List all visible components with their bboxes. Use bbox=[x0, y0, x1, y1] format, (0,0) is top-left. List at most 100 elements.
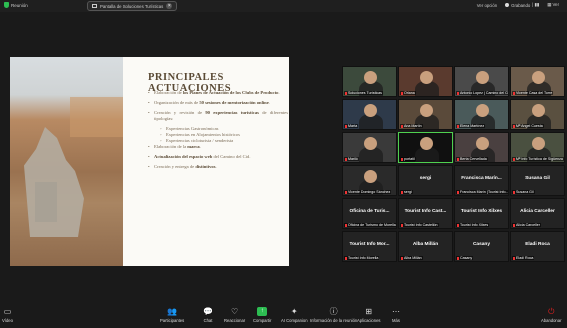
leave-button[interactable]: ⏻ Abandonar bbox=[541, 307, 562, 323]
muted-mic-icon bbox=[513, 91, 515, 95]
participants-button[interactable]: 👥 Participantes bbox=[160, 307, 184, 323]
share-label: Pantalla de Soluciones Turísticas bbox=[100, 3, 164, 9]
meeting-info[interactable]: Reunión bbox=[4, 2, 28, 8]
participant-name-label: Oriana bbox=[400, 91, 416, 95]
participant-tile[interactable]: Tourist Info Cast... Tourist Info Castell… bbox=[398, 198, 453, 229]
participant-name-label: Elena Martínez bbox=[456, 124, 486, 128]
participant-tile[interactable]: Berta Cervellada bbox=[454, 132, 509, 163]
participant-display-name: Francisca Marín... bbox=[461, 176, 502, 181]
participant-name-label: Susana Gil bbox=[512, 190, 535, 194]
meeting-info-button[interactable]: ⓘ Información de la reunión bbox=[310, 307, 357, 323]
participant-display-name: Oficina de Turis... bbox=[349, 209, 390, 214]
muted-mic-icon bbox=[345, 256, 347, 260]
participant-name-label: Tourist Info Xilxes bbox=[456, 223, 490, 227]
participant-name-label: sergi bbox=[400, 190, 413, 194]
participant-tile[interactable]: Casany Casany bbox=[454, 231, 509, 262]
apps-icon: ⊞ bbox=[365, 307, 373, 316]
video-camera-icon: ▭ bbox=[3, 307, 12, 316]
participant-name-label: Ana Martín bbox=[400, 124, 423, 128]
participant-tile[interactable]: Eladi Roca Eladi Roca bbox=[510, 231, 565, 262]
participant-name-label: Vicente Domingo Sánchez bbox=[344, 190, 392, 194]
heart-icon: ♡ bbox=[231, 307, 239, 316]
share-screen-button[interactable]: ↑ Compartir bbox=[253, 307, 271, 323]
muted-mic-icon bbox=[457, 223, 459, 227]
participant-tile[interactable]: Tourist Info Xilxes Tourist Info Xilxes bbox=[454, 198, 509, 229]
slide-bullet: Actualización del espacio web del Camino… bbox=[148, 154, 288, 160]
view-options-link[interactable]: Ver opción bbox=[477, 3, 497, 8]
info-icon: ⓘ bbox=[329, 307, 338, 316]
apps-button[interactable]: ⊞ Aplicaciones bbox=[357, 307, 381, 323]
view-button[interactable]: ▦ Ver bbox=[547, 2, 559, 8]
meeting-toolbar: ▭ Vídeo 👥 Participantes 💬 Chat ♡ Reaccio… bbox=[0, 305, 567, 328]
participant-name-label: Francisca Marín (Tourist Info...) bbox=[456, 190, 508, 194]
muted-mic-icon bbox=[513, 223, 515, 227]
participant-tile[interactable]: Alicia Carceller Alicia Carceller bbox=[510, 198, 565, 229]
participant-tile[interactable]: Mª Info Turística de Sigüenza bbox=[510, 132, 565, 163]
participant-name-label: Mª Angel Cuesta bbox=[512, 124, 544, 128]
stop-share-icon[interactable]: × bbox=[166, 3, 173, 9]
shield-icon bbox=[4, 2, 9, 8]
participant-display-name: Tourist Info Cast... bbox=[404, 209, 447, 214]
castle-photo bbox=[10, 57, 123, 266]
recording-indicator[interactable]: Grabando | ▮▮ bbox=[505, 2, 539, 8]
participant-tile[interactable]: Mariló bbox=[342, 132, 397, 163]
participants-icon: 👥 bbox=[167, 307, 178, 316]
participant-display-name: Alba Millán bbox=[412, 242, 439, 247]
meeting-label: Reunión bbox=[11, 2, 28, 8]
recording-controls[interactable]: | ▮▮ bbox=[532, 2, 539, 8]
muted-mic-icon bbox=[345, 223, 347, 227]
participant-tile[interactable]: Alba Millán Alba Millán bbox=[398, 231, 453, 262]
screen-share-indicator[interactable]: Pantalla de Soluciones Turísticas × bbox=[87, 1, 178, 11]
participant-tile[interactable]: Oriana bbox=[398, 66, 453, 97]
sparkle-icon: ✦ bbox=[290, 307, 298, 316]
participant-name-label: Eladi Roca bbox=[512, 256, 535, 260]
participant-tile[interactable]: Susana Gil Susana Gil bbox=[510, 165, 565, 196]
participant-name-label: portatil bbox=[400, 157, 416, 161]
participant-name-label: Alicia Carceller bbox=[512, 223, 541, 227]
participant-tile[interactable]: Oficina de Turis... Oficina de Turismo de… bbox=[342, 198, 397, 229]
slide-bullet: Elaboración de los Planes de Actuación d… bbox=[148, 90, 288, 96]
participant-tile[interactable]: sergi sergi bbox=[398, 165, 453, 196]
muted-mic-icon bbox=[457, 157, 459, 161]
participant-tile[interactable]: Soluciones Turísticas bbox=[342, 66, 397, 97]
ai-companion-button[interactable]: ✦ AI Companion bbox=[281, 307, 308, 323]
more-button[interactable]: ⋯ Más bbox=[391, 307, 401, 323]
participant-name-label: Marta bbox=[344, 124, 359, 128]
slide-bullet: Elaboración de la marca. bbox=[148, 144, 288, 150]
participant-tile[interactable]: Elena Martínez bbox=[454, 99, 509, 130]
muted-mic-icon bbox=[401, 124, 403, 128]
muted-mic-icon bbox=[457, 124, 459, 128]
participant-display-name: Susana Gil bbox=[525, 176, 550, 181]
leave-icon: ⏻ bbox=[548, 307, 555, 316]
participant-tile[interactable]: Antonio Lopez | Camino del Cid bbox=[454, 66, 509, 97]
monitor-icon bbox=[92, 4, 97, 8]
muted-mic-icon bbox=[345, 91, 347, 95]
muted-mic-icon bbox=[457, 190, 459, 194]
participant-name-label: Mariló bbox=[344, 157, 359, 161]
muted-mic-icon bbox=[345, 157, 347, 161]
participant-tile[interactable]: Ana Martín bbox=[398, 99, 453, 130]
participant-tile[interactable]: Marta bbox=[342, 99, 397, 130]
muted-mic-icon bbox=[513, 190, 515, 194]
muted-mic-icon bbox=[457, 91, 459, 95]
muted-mic-icon bbox=[345, 124, 347, 128]
muted-mic-icon bbox=[513, 157, 515, 161]
chat-button[interactable]: 💬 Chat bbox=[203, 307, 213, 323]
react-button[interactable]: ♡ Reaccionar bbox=[224, 307, 245, 323]
muted-mic-icon bbox=[401, 190, 403, 194]
muted-mic-icon bbox=[513, 124, 515, 128]
participant-tile[interactable]: Francisca Marín... Francisca Marín (Touri… bbox=[454, 165, 509, 196]
share-arrow-icon: ↑ bbox=[257, 307, 268, 316]
participant-tile[interactable]: portatil bbox=[398, 132, 453, 163]
participant-display-name: Eladi Roca bbox=[525, 242, 550, 247]
participant-tile[interactable]: Vicente Casa del Torre bbox=[510, 66, 565, 97]
participant-name-label: Tourist Info Castellón bbox=[400, 223, 439, 227]
muted-mic-icon bbox=[457, 256, 459, 260]
participant-tile[interactable]: Tourist Info Mor... Tourist Info Morella bbox=[342, 231, 397, 262]
participant-tile[interactable]: Mª Angel Cuesta bbox=[510, 99, 565, 130]
slide-bullet-list: Elaboración de los Planes de Actuación d… bbox=[148, 90, 288, 174]
video-button[interactable]: ▭ Vídeo bbox=[2, 307, 13, 323]
participant-display-name: Tourist Info Xilxes bbox=[460, 209, 503, 214]
muted-mic-icon bbox=[345, 190, 347, 194]
participant-tile[interactable]: Vicente Domingo Sánchez bbox=[342, 165, 397, 196]
